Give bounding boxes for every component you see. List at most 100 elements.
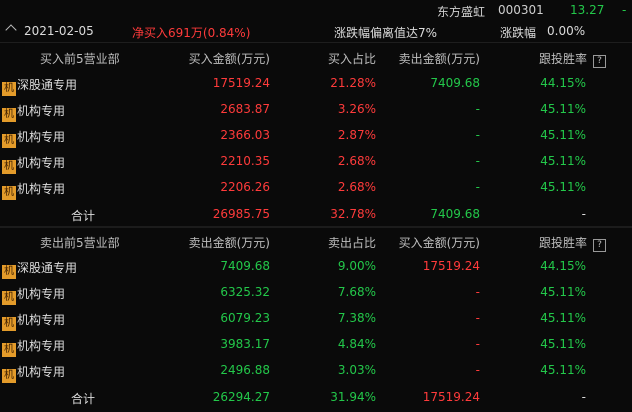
dept-name: 机构专用 (17, 313, 66, 327)
win-rate: 44.15% (540, 259, 586, 273)
date-label: 2021-02-05 (24, 24, 94, 38)
total-win-rate: - (581, 390, 586, 404)
collapse-chevron-icon[interactable] (5, 24, 17, 36)
dept-name: 深股通专用 (17, 261, 78, 275)
sell-pct: 3.03% (337, 363, 376, 377)
buy-total-row: 合计 26985.75 32.78% 7409.68 - (0, 201, 632, 227)
table-row[interactable]: 机机构专用 2496.88 3.03% - 45.11% (0, 357, 632, 383)
dept-cell: 机机构专用 (2, 311, 65, 331)
total-win-rate: - (581, 207, 586, 221)
dept-name: 深股通专用 (17, 78, 78, 92)
dept-name: 机构专用 (17, 287, 66, 301)
sell-amount: 7409.68 (220, 259, 270, 273)
win-rate: 45.11% (540, 285, 586, 299)
dept-cell: 机机构专用 (2, 154, 65, 174)
table-row[interactable]: 机深股通专用 7409.68 9.00% 17519.24 44.15% (0, 253, 632, 279)
dept-cell: 机深股通专用 (2, 259, 77, 279)
total-label: 合计 (71, 392, 96, 406)
col-buy-pct: 买入占比 (327, 52, 376, 66)
buy-amount: - (475, 311, 480, 325)
institution-badge-icon: 机 (2, 82, 16, 96)
win-rate: 45.11% (540, 128, 586, 142)
col-buy-amount: 买入金额(万元) (188, 52, 270, 66)
dept-cell: 机机构专用 (2, 285, 65, 305)
sell-total-row: 合计 26294.27 31.94% 17519.24 - (0, 384, 632, 410)
buy-amount: 17519.24 (212, 76, 270, 90)
help-icon[interactable]: ? (593, 239, 606, 252)
net-buy-label: 净买入691万(0.84%) (132, 26, 251, 40)
table-row[interactable]: 机机构专用 2206.26 2.68% - 45.11% (0, 174, 632, 200)
buy-amount: 2210.35 (220, 154, 270, 168)
col-sell-amount: 卖出金额(万元) (188, 236, 270, 250)
institution-badge-icon: 机 (2, 291, 16, 305)
win-rate: 45.11% (540, 154, 586, 168)
win-rate: 45.11% (540, 102, 586, 116)
total-sell-amount: 7409.68 (430, 207, 480, 221)
total-sell-pct: 31.94% (330, 390, 376, 404)
sell-amount: 6325.32 (220, 285, 270, 299)
sell-amount: 6079.23 (220, 311, 270, 325)
help-icon[interactable]: ? (593, 55, 606, 68)
buy-pct: 21.28% (330, 76, 376, 90)
buy-amount: 2206.26 (220, 180, 270, 194)
stock-name[interactable]: 东方盛虹 (437, 3, 485, 20)
dept-cell: 机机构专用 (2, 337, 65, 357)
sell-amount: 3983.17 (220, 337, 270, 351)
dept-cell: 机机构专用 (2, 102, 65, 122)
institution-badge-icon: 机 (2, 134, 16, 148)
buy-pct: 2.68% (337, 154, 376, 168)
institution-badge-icon: 机 (2, 265, 16, 279)
buy-pct: 2.68% (337, 180, 376, 194)
change-value: 0.00% (547, 24, 586, 38)
total-sell-amount: 26294.27 (212, 390, 270, 404)
dept-cell: 机机构专用 (2, 180, 65, 200)
sell-column-header: 卖出前5营业部 卖出金额(万元) 卖出占比 买入金额(万元) 跟投胜率? (0, 228, 632, 254)
institution-badge-icon: 机 (2, 369, 16, 383)
total-buy-amount: 26985.75 (212, 207, 270, 221)
stock-price: 13.27 (570, 3, 605, 17)
col-sell-amount: 卖出金额(万元) (398, 52, 480, 66)
change-label: 涨跌幅 (500, 26, 537, 40)
col-win-rate-label: 跟投胜率 (538, 52, 587, 66)
institution-badge-icon: 机 (2, 108, 16, 122)
win-rate: 44.15% (540, 76, 586, 90)
sell-amount: - (475, 154, 480, 168)
sell-pct: 4.84% (337, 337, 376, 351)
sell-amount: - (475, 102, 480, 116)
col-sell-dept: 卖出前5营业部 (40, 236, 120, 250)
stock-bar: 东方盛虹 000301 13.27 - (0, 0, 632, 20)
table-row[interactable]: 机机构专用 3983.17 4.84% - 45.11% (0, 331, 632, 357)
total-buy-pct: 32.78% (330, 207, 376, 221)
win-rate: 45.11% (540, 180, 586, 194)
table-row[interactable]: 机机构专用 6079.23 7.38% - 45.11% (0, 305, 632, 331)
sell-amount: 2496.88 (220, 363, 270, 377)
reason-label: 涨跌幅偏离值达7% (334, 26, 438, 40)
institution-badge-icon: 机 (2, 160, 16, 174)
sell-amount: - (475, 128, 480, 142)
col-buy-dept: 买入前5营业部 (40, 52, 120, 66)
dept-name: 机构专用 (17, 182, 66, 196)
buy-amount: 17519.24 (422, 259, 480, 273)
table-row[interactable]: 机机构专用 6325.32 7.68% - 45.11% (0, 279, 632, 305)
dept-name: 机构专用 (17, 130, 66, 144)
sell-pct: 7.38% (337, 311, 376, 325)
table-row[interactable]: 机机构专用 2366.03 2.87% - 45.11% (0, 122, 632, 148)
win-rate: 45.11% (540, 363, 586, 377)
col-win-rate: 跟投胜率? (539, 234, 606, 252)
sell-pct: 9.00% (337, 259, 376, 273)
sell-pct: 7.68% (337, 285, 376, 299)
dept-name: 机构专用 (17, 365, 66, 379)
buy-amount: - (475, 285, 480, 299)
table-row[interactable]: 机机构专用 2683.87 3.26% - 45.11% (0, 96, 632, 122)
institution-badge-icon: 机 (2, 186, 16, 200)
win-rate: 45.11% (540, 337, 586, 351)
dept-cell: 机机构专用 (2, 363, 65, 383)
win-rate: 45.11% (540, 311, 586, 325)
table-row[interactable]: 机深股通专用 17519.24 21.28% 7409.68 44.15% (0, 70, 632, 96)
table-row[interactable]: 机机构专用 2210.35 2.68% - 45.11% (0, 148, 632, 174)
dept-name: 机构专用 (17, 104, 66, 118)
total-label: 合计 (71, 209, 96, 223)
sell-amount: 7409.68 (430, 76, 480, 90)
dept-name: 机构专用 (17, 156, 66, 170)
stock-code: 000301 (498, 3, 544, 17)
